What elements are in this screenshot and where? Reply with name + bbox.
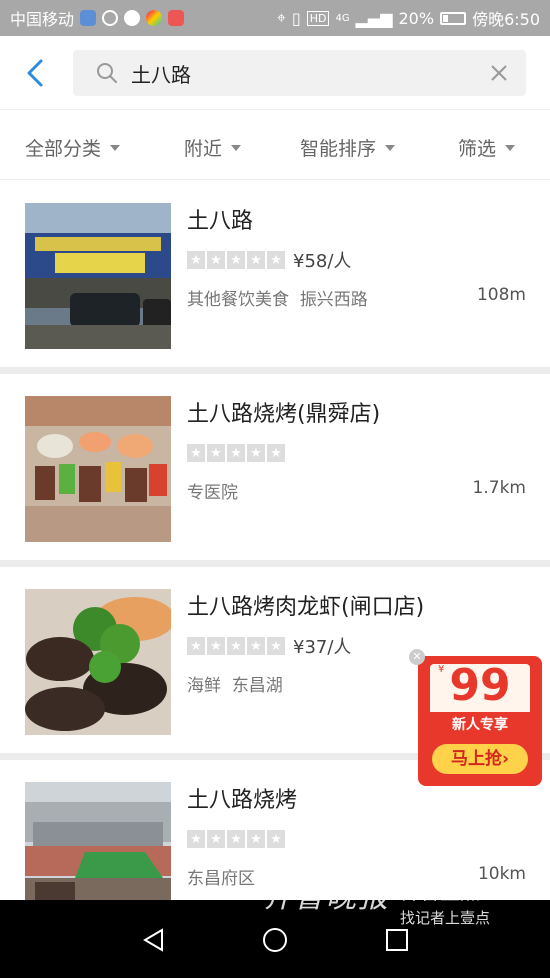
shop-distance: 108m <box>476 285 526 305</box>
shop-area: 振兴西路 <box>299 290 368 310</box>
back-button[interactable] <box>20 56 50 90</box>
star-icon <box>227 637 245 655</box>
star-icon <box>207 251 225 269</box>
shop-meta: 海鲜 东昌湖 <box>187 671 283 696</box>
star-icon <box>267 830 285 848</box>
star-icon <box>207 444 225 462</box>
caret-down-icon <box>385 144 396 151</box>
filter-label: 智能排序 <box>300 138 377 160</box>
hd-indicator: HD <box>306 10 330 26</box>
promo-floating-card[interactable]: ¥ 99 新人专享 马上抢› ✕ <box>409 649 542 786</box>
shop-category: 专医院 <box>187 483 238 503</box>
rating-stars <box>187 444 285 462</box>
star-icon <box>227 444 245 462</box>
close-icon[interactable]: ✕ <box>409 649 425 665</box>
back-triangle-icon[interactable] <box>140 926 168 954</box>
shield-app-icon <box>80 10 97 26</box>
shop-category: 海鲜 <box>187 676 221 696</box>
battery-icon <box>440 11 467 25</box>
star-icon <box>187 830 205 848</box>
search-input[interactable]: 土八路 <box>73 50 526 96</box>
star-icon <box>227 830 245 848</box>
caret-down-icon <box>110 144 121 151</box>
filter-nearby[interactable]: 附近 <box>184 134 242 161</box>
star-icon <box>247 637 265 655</box>
close-icon[interactable] <box>488 62 510 84</box>
search-icon <box>97 63 117 83</box>
star-icon <box>227 251 245 269</box>
shop-name: 土八路烤肉龙虾(闸口店) <box>187 595 425 620</box>
signal-icon: ▂▄▆ <box>355 8 393 28</box>
filter-label: 筛选 <box>458 138 497 160</box>
chat-app-icon <box>124 10 141 26</box>
clock: 傍晚6:50 <box>472 10 540 29</box>
location-icon: ⌖ <box>276 8 286 27</box>
watermark-app: 齐鲁壹点 找记者上壹点 <box>400 876 490 928</box>
recents-square-icon[interactable] <box>383 926 411 954</box>
home-circle-icon[interactable] <box>261 926 289 954</box>
shop-meta: 其他餐饮美食 振兴西路 <box>187 285 368 310</box>
list-divider <box>0 367 550 374</box>
chevron-left-icon <box>27 59 43 87</box>
filter-label: 全部分类 <box>25 138 102 160</box>
promo-amount: 99 <box>449 660 511 711</box>
list-divider <box>0 560 550 567</box>
shop-photo <box>25 396 171 542</box>
price-per-person: ¥58/人 <box>293 251 352 272</box>
shop-meta: 东昌府区 <box>187 864 255 889</box>
filter-category[interactable]: 全部分类 <box>25 134 121 161</box>
search-header: 土八路 <box>0 36 550 110</box>
rating-stars <box>187 830 285 848</box>
rating-stars <box>187 637 285 655</box>
star-icon <box>187 637 205 655</box>
price-per-person: ¥37/人 <box>293 637 352 658</box>
grab-now-button[interactable]: 马上抢› <box>432 744 528 774</box>
star-icon <box>187 251 205 269</box>
shop-category: 东昌府区 <box>187 869 255 889</box>
filter-sort[interactable]: 智能排序 <box>300 134 396 161</box>
status-bar: 中国移动 ⌖ ▯ HD 4G ▂▄▆ 20% 傍晚6:50 <box>0 0 550 36</box>
star-icon <box>247 251 265 269</box>
promo-card[interactable]: ¥ 99 新人专享 马上抢› <box>418 656 542 786</box>
browser-app-icon <box>146 10 163 26</box>
star-icon <box>187 444 205 462</box>
shop-distance: 1.7km <box>472 478 526 498</box>
watermark-slogan: 找记者上壹点 <box>400 909 491 927</box>
star-icon <box>267 444 285 462</box>
carrier-label: 中国移动 <box>10 10 75 29</box>
list-item[interactable]: 土八路 ¥58/人 其他餐饮美食 振兴西路 108m <box>0 181 550 367</box>
watermark-brand: 齐鲁晚报 <box>262 880 390 915</box>
vibrate-icon: ▯ <box>291 8 301 28</box>
shop-photo <box>25 203 171 349</box>
list-item[interactable]: 土八路烧烤(鼎舜店) 专医院 1.7km <box>0 374 550 560</box>
search-query: 土八路 <box>131 62 191 87</box>
shop-photo <box>25 589 171 735</box>
news-app-icon <box>168 10 185 26</box>
promo-label: 新人专享 <box>418 712 542 736</box>
shop-name: 土八路烧烤 <box>187 788 298 813</box>
star-icon <box>207 637 225 655</box>
ring-app-icon <box>102 10 119 26</box>
star-icon <box>247 830 265 848</box>
filter-label: 附近 <box>184 138 223 160</box>
shop-area: 东昌湖 <box>231 676 283 696</box>
caret-down-icon <box>505 144 516 151</box>
filter-screen[interactable]: 筛选 <box>458 134 516 161</box>
rating-stars <box>187 251 285 269</box>
star-icon <box>267 637 285 655</box>
shop-name: 土八路烧烤(鼎舜店) <box>187 402 381 427</box>
filter-bar: 全部分类 附近 智能排序 筛选 <box>0 110 550 180</box>
network-indicator: 4G <box>335 12 350 24</box>
watermark-app-name: 齐鲁壹点 <box>400 880 480 904</box>
caret-down-icon <box>231 144 242 151</box>
battery-percent: 20% <box>398 8 435 28</box>
shop-category: 其他餐饮美食 <box>187 290 289 310</box>
shop-meta: 专医院 <box>187 478 238 503</box>
star-icon <box>207 830 225 848</box>
shop-name: 土八路 <box>187 209 254 234</box>
star-icon <box>247 444 265 462</box>
star-icon <box>267 251 285 269</box>
